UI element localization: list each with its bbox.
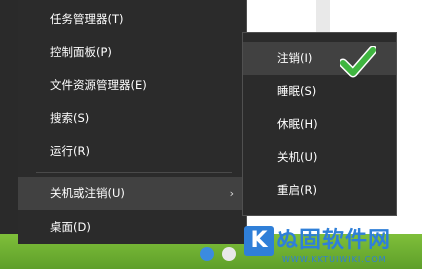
menu-item-label: 任务管理器(T) [50, 12, 124, 26]
checkmark-icon [340, 46, 376, 78]
menu-item-label: 搜索(S) [50, 111, 90, 125]
taskbar-app-icon[interactable] [200, 247, 214, 261]
menu-item-search[interactable]: 搜索(S) [18, 102, 246, 135]
watermark-text: ぬ固软件网 [276, 228, 392, 253]
submenu-item-sleep[interactable]: 睡眠(S) [243, 75, 396, 108]
chevron-right-icon: › [229, 187, 234, 200]
background-window-edge [316, 0, 330, 36]
menu-item-label: 运行(R) [50, 144, 90, 158]
watermark-logo: K [244, 226, 274, 256]
submenu-item-label: 睡眠(S) [277, 84, 317, 98]
menu-item-task-manager[interactable]: 任务管理器(T) [18, 3, 246, 36]
menu-item-label: 文件资源管理器(E) [50, 78, 147, 92]
submenu-item-label: 重启(R) [277, 183, 317, 197]
desktop-left-strip [0, 0, 18, 234]
menu-item-desktop[interactable]: 桌面(D) [18, 211, 246, 244]
submenu-item-shut-down[interactable]: 关机(U) [243, 141, 396, 174]
menu-item-control-panel[interactable]: 控制面板(P) [18, 36, 246, 69]
menu-item-file-explorer[interactable]: 文件资源管理器(E) [18, 69, 246, 102]
submenu-item-label: 注销(I) [277, 51, 313, 65]
menu-item-label: 桌面(D) [50, 220, 91, 234]
submenu-item-restart[interactable]: 重启(R) [243, 174, 396, 207]
menu-item-run[interactable]: 运行(R) [18, 135, 246, 168]
menu-separator [36, 172, 232, 173]
taskbar-app-icon[interactable] [222, 247, 236, 261]
menu-item-label: 关机或注销(U) [50, 186, 125, 200]
winx-context-menu: 任务管理器(T) 控制面板(P) 文件资源管理器(E) 搜索(S) 运行(R) … [18, 0, 247, 244]
submenu-item-label: 休眠(H) [277, 117, 318, 131]
menu-item-shutdown-or-signout[interactable]: 关机或注销(U) › [18, 177, 246, 210]
watermark-url: WWW.KKTUIWIKI.COM [282, 255, 387, 264]
menu-item-label: 控制面板(P) [50, 45, 112, 59]
submenu-item-label: 关机(U) [277, 150, 318, 164]
submenu-item-hibernate[interactable]: 休眠(H) [243, 108, 396, 141]
background-window [330, 0, 422, 36]
